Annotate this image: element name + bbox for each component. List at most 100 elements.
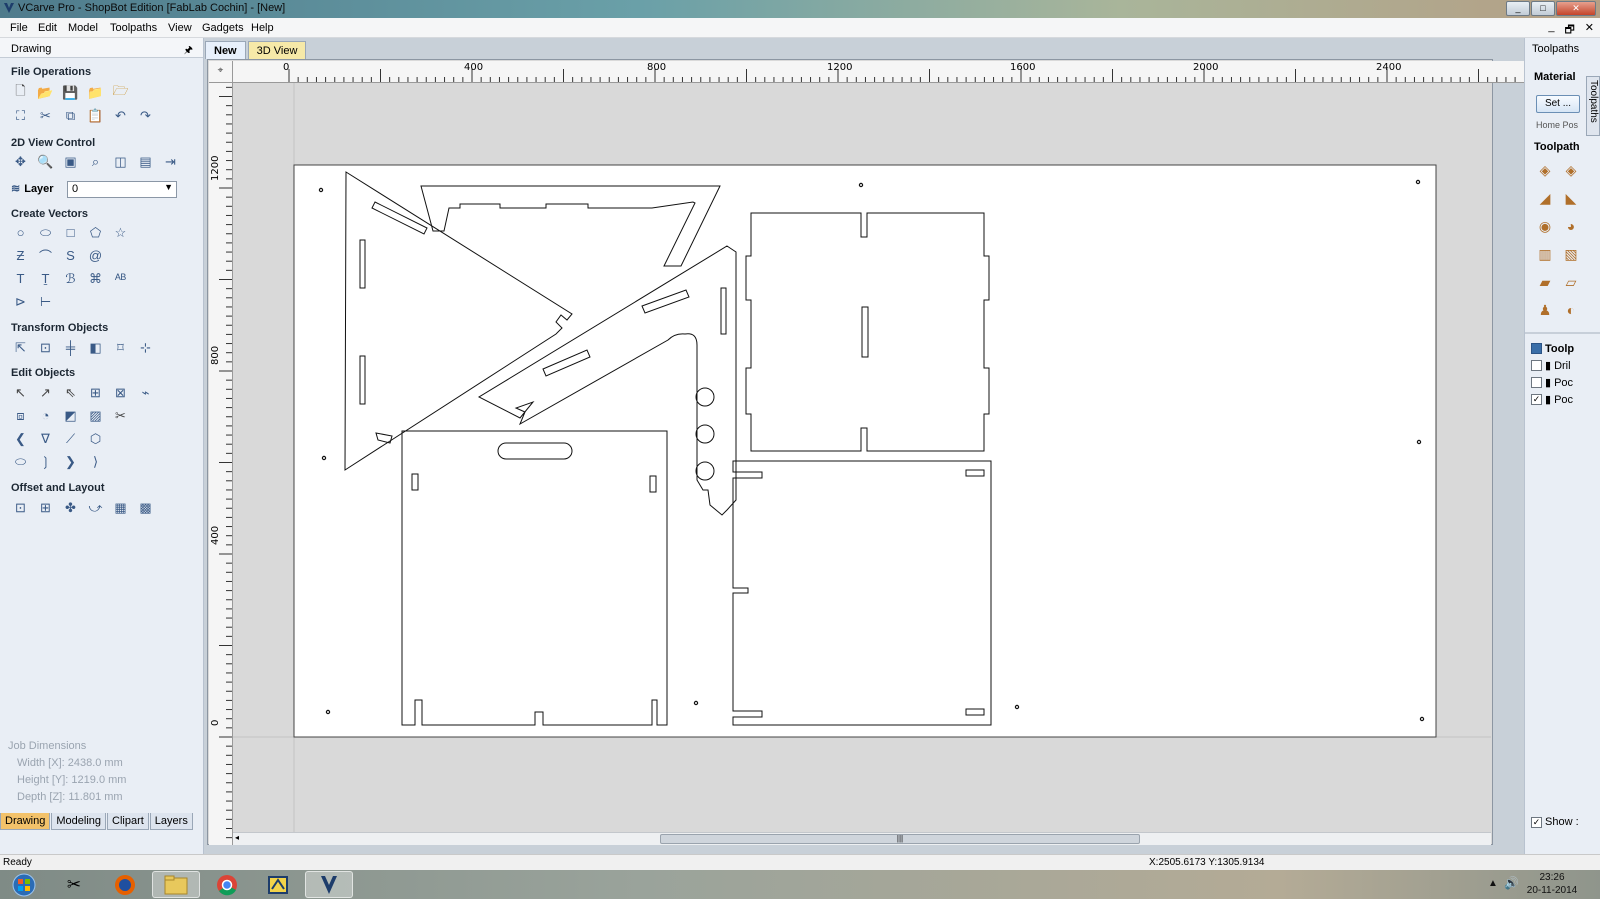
menu-file[interactable]: File xyxy=(10,22,28,34)
start-button-icon[interactable] xyxy=(0,871,48,898)
import-vectors-icon[interactable]: 📁 xyxy=(86,83,105,102)
abc-text-icon[interactable]: ᴬᴮ xyxy=(111,269,130,288)
inlay-toolpath-icon[interactable]: ▧ xyxy=(1561,244,1581,264)
select-icon[interactable]: ↖ xyxy=(11,383,30,402)
paste-icon[interactable]: 📋 xyxy=(86,106,105,125)
array-icon[interactable]: ⊞ xyxy=(36,498,55,517)
measure-icon[interactable]: ⊢ xyxy=(36,292,55,311)
horizontal-scrollbar[interactable]: ◂ ||| xyxy=(233,832,1491,845)
copy-icon[interactable]: ⧉ xyxy=(61,106,80,125)
3d-roughing-icon[interactable]: ◕ xyxy=(1561,216,1581,236)
prism-toolpath-icon[interactable]: ▱ xyxy=(1561,272,1581,292)
toolpath-checkbox[interactable]: ✓ xyxy=(1531,394,1542,405)
scale-icon[interactable]: ⊡ xyxy=(36,338,55,357)
snipping-tool-icon[interactable]: ✂ xyxy=(50,871,98,898)
open-vector-icon[interactable]: ⟩ xyxy=(86,452,105,471)
polygon-icon[interactable]: ⬠ xyxy=(86,223,105,242)
undo-icon[interactable]: ↶ xyxy=(111,106,130,125)
tab-new[interactable]: New xyxy=(205,41,246,59)
align-icon[interactable]: ╪ xyxy=(61,338,80,357)
autolayout-text-icon[interactable]: Ṯ xyxy=(36,269,55,288)
new-file-icon[interactable]: 🗋 xyxy=(11,83,30,102)
join-open-icon[interactable]: ❯ xyxy=(61,452,80,471)
open-file-icon[interactable]: 📂 xyxy=(36,83,55,102)
profile-toolpath-icon[interactable]: ◈ xyxy=(1535,160,1555,180)
texture-toolpath-icon[interactable]: ◉ xyxy=(1535,216,1555,236)
distort-icon[interactable]: ⌑ xyxy=(111,338,130,357)
copy-along-vector-icon[interactable]: ⤻ xyxy=(86,498,105,517)
join-icon[interactable]: ▨ xyxy=(86,406,105,425)
snap-grid-icon[interactable]: ⇥ xyxy=(161,152,180,171)
minimize-button[interactable]: _ xyxy=(1506,1,1530,16)
chrome-icon[interactable] xyxy=(203,871,251,898)
star-icon[interactable]: ☆ xyxy=(111,223,130,242)
curve-icon[interactable]: S xyxy=(61,246,80,265)
tab-clipart[interactable]: Clipart xyxy=(107,813,149,830)
tab-modeling[interactable]: Modeling xyxy=(51,813,106,830)
pocket-toolpath-icon[interactable]: ◈ xyxy=(1561,160,1581,180)
view-rulers-icon[interactable]: ▤ xyxy=(136,152,155,171)
split-view-icon[interactable]: ◫ xyxy=(111,152,130,171)
menu-toolpaths[interactable]: Toolpaths xyxy=(110,22,157,34)
transform-select-icon[interactable]: ⇖ xyxy=(61,383,80,402)
menu-edit[interactable]: Edit xyxy=(38,22,57,34)
toolpath-checkbox[interactable] xyxy=(1531,377,1542,388)
menu-help[interactable]: Help xyxy=(251,22,274,34)
text-icon[interactable]: T xyxy=(11,269,30,288)
toolpath-item-label[interactable]: Poc xyxy=(1554,377,1573,389)
vcarve-taskbar-icon[interactable] xyxy=(305,871,353,898)
shopbot-icon[interactable] xyxy=(254,871,302,898)
drilling-toolpath-icon[interactable]: ▥ xyxy=(1535,244,1555,264)
subtract-icon[interactable]: ◔ xyxy=(36,406,55,425)
text-on-curve-icon[interactable]: ℬ xyxy=(61,269,80,288)
mirror-icon[interactable]: ◧ xyxy=(86,338,105,357)
toolpath-item-label[interactable]: Dril xyxy=(1554,360,1571,372)
system-clock[interactable]: 23:26 20-11-2014 xyxy=(1522,871,1582,897)
menu-view[interactable]: View xyxy=(168,22,192,34)
weld-icon[interactable]: ⧈ xyxy=(11,406,30,425)
spiral-icon[interactable]: @ xyxy=(86,246,105,265)
layer-dropdown[interactable]: 0 ▼ xyxy=(67,181,177,198)
zoom-box-icon[interactable]: ⌕ xyxy=(86,152,105,171)
vcarve-toolpath-icon[interactable]: ◢ xyxy=(1535,188,1555,208)
pin-icon[interactable]: 🖈 xyxy=(184,43,193,60)
file-explorer-icon[interactable] xyxy=(152,871,200,898)
pan-icon[interactable]: ✥ xyxy=(11,152,30,171)
menu-model[interactable]: Model xyxy=(68,22,98,34)
auto-layout-icon[interactable]: ▩ xyxy=(136,498,155,517)
toolpaths-vertical-tab[interactable]: Toolpaths xyxy=(1586,76,1600,136)
close-button[interactable]: ✕ xyxy=(1556,1,1596,16)
tab-drawing[interactable]: Drawing xyxy=(0,813,51,830)
arc-icon[interactable]: ⌒ xyxy=(36,246,55,265)
circular-array-icon[interactable]: ✤ xyxy=(61,498,80,517)
ellipse-icon[interactable]: ⬭ xyxy=(36,223,55,242)
show-hidden-icons-icon[interactable]: ▲ xyxy=(1488,878,1498,889)
quick-engrave-icon[interactable]: ▰ xyxy=(1535,272,1555,292)
circle-icon[interactable]: ○ xyxy=(11,223,30,242)
close-vector-icon[interactable]: ❳ xyxy=(36,452,55,471)
scrollbar-thumb[interactable]: ||| xyxy=(660,834,1140,844)
fit-text-icon[interactable]: ⌘ xyxy=(86,269,105,288)
maximize-button[interactable]: □ xyxy=(1531,1,1555,16)
rectangle-icon[interactable]: □ xyxy=(61,223,80,242)
dogbone-icon[interactable]: ∇ xyxy=(36,429,55,448)
tab-layers[interactable]: Layers xyxy=(149,813,193,830)
cut-icon[interactable]: ✂ xyxy=(36,106,55,125)
polyline-icon[interactable]: Ƶ xyxy=(11,246,30,265)
tab-3d-view[interactable]: 3D View xyxy=(247,41,307,59)
toolpath-item-label[interactable]: Poc xyxy=(1554,394,1573,406)
ruler-corner-icon[interactable]: ⌖ xyxy=(209,61,233,83)
zoom-extents-icon[interactable]: ▣ xyxy=(61,152,80,171)
firefox-icon[interactable] xyxy=(101,871,149,898)
volume-icon[interactable]: 🔊 xyxy=(1504,876,1519,890)
node-edit-icon[interactable]: ↗ xyxy=(36,383,55,402)
trim-icon[interactable]: ⌁ xyxy=(136,383,155,402)
save-icon[interactable]: 💾 xyxy=(61,83,80,102)
offset-icon[interactable]: ⊡ xyxy=(11,498,30,517)
extend-icon[interactable]: ⟋ xyxy=(61,429,80,448)
intersect-icon[interactable]: ◩ xyxy=(61,406,80,425)
dimension-icon[interactable]: ⊳ xyxy=(11,292,30,311)
nesting-icon[interactable]: ▦ xyxy=(111,498,130,517)
job-setup-icon[interactable]: ⛶ xyxy=(11,106,30,125)
redo-icon[interactable]: ↷ xyxy=(136,106,155,125)
